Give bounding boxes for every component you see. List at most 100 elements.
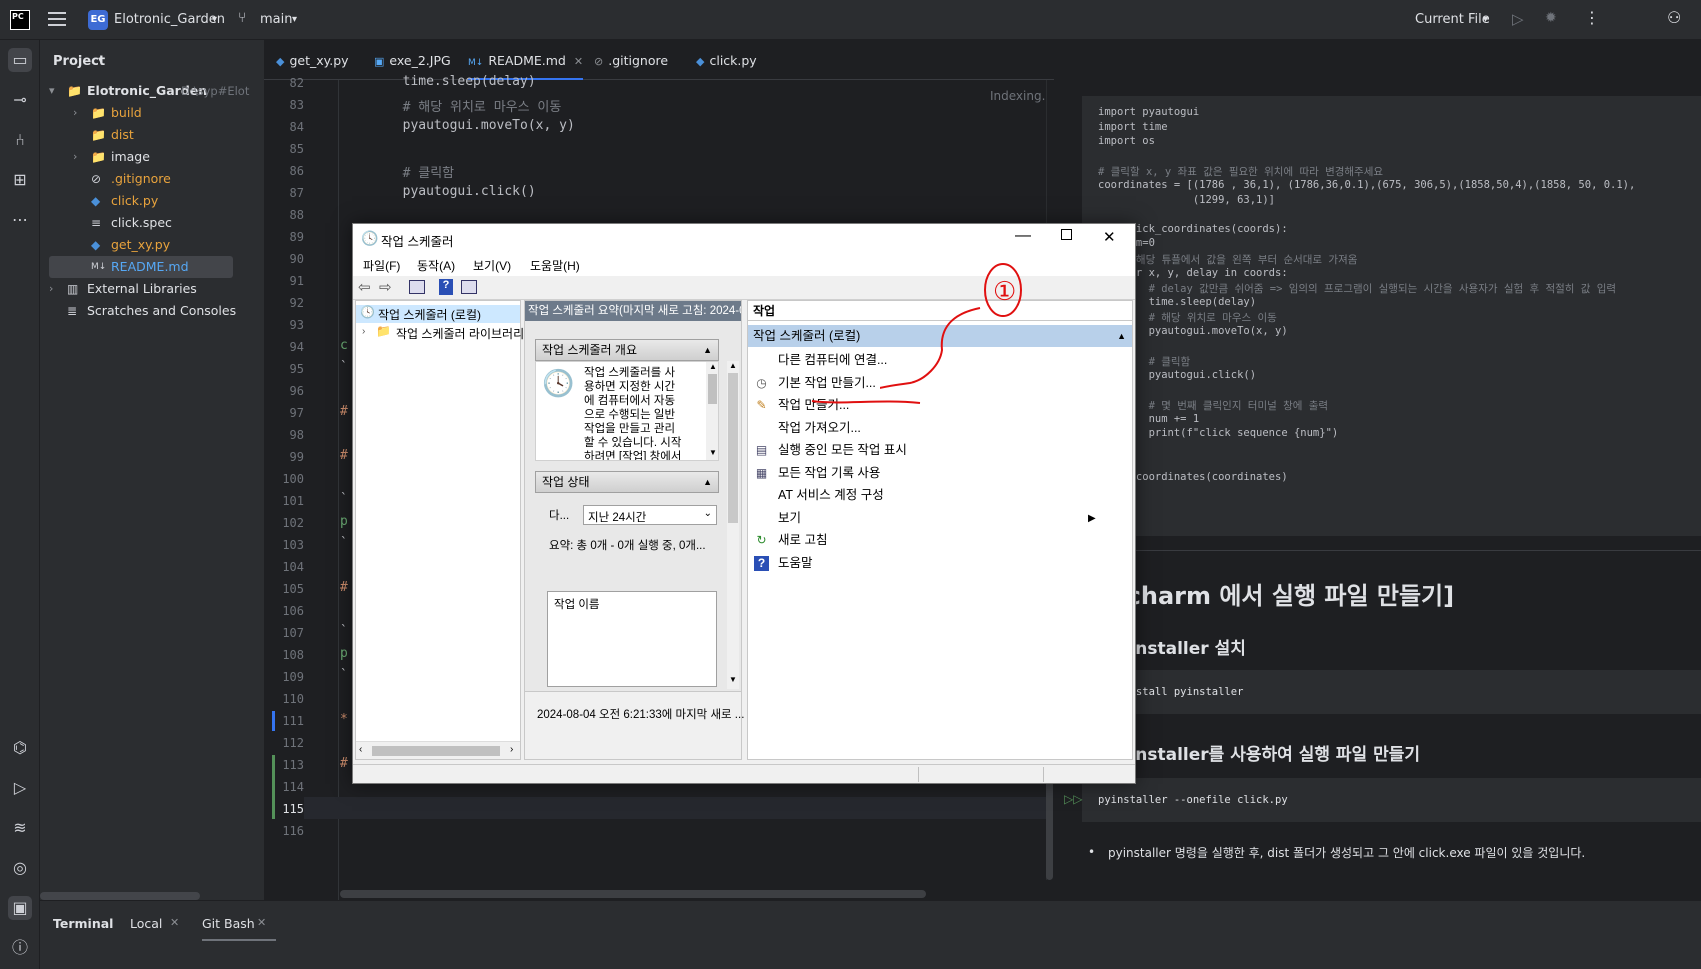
structure-icon[interactable]: ⊞ bbox=[8, 168, 32, 192]
horizontal-scrollbar[interactable] bbox=[40, 892, 200, 900]
tab-click-py[interactable]: ◆ click.py bbox=[696, 40, 757, 80]
collapse-icon[interactable]: ▲ bbox=[1117, 325, 1126, 347]
pull-requests-icon[interactable]: ⑃ bbox=[8, 128, 32, 152]
tree-item[interactable]: › 📁 build bbox=[49, 102, 233, 124]
menu-file[interactable]: 파일(F) bbox=[363, 257, 400, 274]
action-8[interactable]: ↻ 새로 고침 bbox=[748, 529, 1098, 552]
code-line[interactable]: # bbox=[340, 404, 348, 419]
scroll-down-icon[interactable]: ▼ bbox=[709, 448, 717, 457]
tree-item[interactable]: › ▥ External Libraries bbox=[49, 278, 233, 300]
code-line[interactable]: # bbox=[340, 756, 348, 771]
chevron-down-icon[interactable]: ▾ bbox=[98, 55, 103, 66]
code-line[interactable]: pyautogui.moveTo(x, y) bbox=[340, 118, 575, 133]
back-icon[interactable]: ⇦ bbox=[358, 278, 371, 296]
add-user-icon[interactable]: ⚇ bbox=[1667, 8, 1681, 27]
tab--gitignore[interactable]: ⊘ .gitignore bbox=[594, 40, 668, 80]
action-9[interactable]: ? 도움말 bbox=[748, 552, 1098, 575]
scroll-thumb[interactable] bbox=[728, 373, 738, 523]
project-name[interactable]: Elotronic_Garden bbox=[114, 12, 225, 27]
python-console-icon[interactable]: ⌬ bbox=[8, 736, 32, 760]
menu-help[interactable]: 도움말(H) bbox=[530, 257, 580, 274]
scroll-up-icon[interactable]: ▲ bbox=[729, 361, 737, 370]
menu-action[interactable]: 동작(A) bbox=[417, 257, 455, 274]
code-line[interactable]: # 해당 위치로 마우스 이동 bbox=[340, 96, 562, 115]
action-7[interactable]: 보기 ▶ bbox=[748, 507, 1098, 530]
tab-git-bash[interactable]: Git Bash bbox=[202, 916, 255, 931]
action-3[interactable]: 작업 가져오기... bbox=[748, 417, 1098, 440]
code-line[interactable]: # bbox=[340, 448, 348, 463]
tree-horizontal-scrollbar[interactable]: ‹ › bbox=[356, 741, 520, 759]
scroll-thumb[interactable] bbox=[372, 746, 500, 756]
overview-scrollbar[interactable]: ▲ ▼ bbox=[706, 362, 718, 460]
project-folder-icon[interactable]: ▭ bbox=[8, 48, 32, 72]
code-line[interactable]: ` bbox=[340, 668, 348, 683]
show-hide-tree-icon[interactable] bbox=[409, 280, 425, 294]
chevron-down-icon[interactable]: ▾ bbox=[292, 14, 297, 25]
status-period-select[interactable]: 지난 24시간 ⌄ bbox=[583, 505, 717, 525]
commit-icon[interactable]: ⊸ bbox=[8, 88, 32, 112]
services-icon[interactable]: ◎ bbox=[8, 856, 32, 880]
code-line[interactable]: # bbox=[340, 580, 348, 595]
close-icon[interactable]: ✕ bbox=[257, 916, 266, 929]
tree-item[interactable]: › 📁 image bbox=[49, 146, 233, 168]
action-5[interactable]: ▦ 모든 작업 기록 사용 bbox=[748, 462, 1098, 485]
chevron-icon[interactable]: ▾ bbox=[49, 80, 55, 102]
branch-name[interactable]: main bbox=[260, 12, 292, 27]
code-line[interactable]: time.sleep(delay) bbox=[340, 74, 536, 89]
collapse-icon[interactable]: ▲ bbox=[703, 472, 712, 492]
minimize-icon[interactable]: — bbox=[1015, 227, 1031, 245]
code-line[interactable]: p bbox=[340, 646, 348, 661]
hamburger-menu-icon[interactable] bbox=[48, 12, 66, 26]
help-icon[interactable]: ? bbox=[439, 279, 453, 295]
summary-scrollbar[interactable]: ▲ ▼ bbox=[727, 361, 739, 689]
tree-item[interactable]: 📁 dist bbox=[49, 124, 233, 146]
expand-icon[interactable]: › bbox=[362, 326, 365, 337]
forward-icon[interactable]: ⇨ bbox=[379, 278, 392, 296]
overview-section-header[interactable]: 작업 스케줄러 개요 ▲ bbox=[535, 339, 719, 361]
layers-icon[interactable]: ≋ bbox=[8, 816, 32, 840]
close-icon[interactable]: ✕ bbox=[170, 916, 179, 929]
code-line[interactable]: ` bbox=[340, 624, 348, 639]
menu-view[interactable]: 보기(V) bbox=[473, 257, 511, 274]
action-4[interactable]: ▤ 실행 중인 모든 작업 표시 bbox=[748, 439, 1098, 462]
maximize-icon[interactable] bbox=[1061, 229, 1072, 240]
tree-item-local[interactable]: 🕓 작업 스케줄러 (로컬) bbox=[356, 305, 520, 323]
code-line[interactable]: ` bbox=[340, 360, 348, 375]
tree-item[interactable]: ◆ click.py bbox=[49, 190, 233, 212]
run-config-select[interactable]: Current File bbox=[1415, 12, 1490, 27]
code-line[interactable]: p bbox=[340, 514, 348, 529]
chevron-icon[interactable]: › bbox=[49, 278, 53, 300]
editor-horizontal-scrollbar[interactable] bbox=[340, 890, 926, 898]
terminal-icon[interactable]: ▣ bbox=[8, 896, 32, 920]
code-line[interactable]: ` bbox=[340, 536, 348, 551]
code-line[interactable]: ` bbox=[340, 492, 348, 507]
scroll-left-icon[interactable]: ‹ bbox=[359, 744, 362, 755]
show-hide-action-pane-icon[interactable] bbox=[461, 280, 477, 294]
project-badge[interactable]: EG bbox=[88, 10, 108, 30]
scroll-down-icon[interactable]: ▼ bbox=[729, 675, 737, 684]
collapse-icon[interactable]: ▲ bbox=[703, 340, 712, 360]
tree-item[interactable]: ▾ 📁 Elotronic_Garden D:\syp#Elot bbox=[49, 80, 249, 102]
more-actions-icon[interactable]: ⋮ bbox=[1584, 8, 1600, 27]
scroll-thumb[interactable] bbox=[708, 374, 717, 404]
status-section-header[interactable]: 작업 상태 ▲ bbox=[535, 471, 719, 493]
tab-local[interactable]: Local bbox=[130, 916, 162, 931]
close-icon[interactable]: ✕ bbox=[1103, 228, 1116, 246]
chevron-down-icon[interactable]: ▾ bbox=[1483, 14, 1488, 25]
run-icon[interactable]: ▷ bbox=[1512, 10, 1524, 28]
tree-item[interactable]: ≡ click.spec bbox=[49, 212, 233, 234]
tree-item[interactable]: ≣ Scratches and Consoles bbox=[49, 300, 236, 322]
problems-icon[interactable]: ⓘ bbox=[8, 936, 32, 960]
run-gutter-icon[interactable]: ▷▷ bbox=[1064, 792, 1082, 806]
tree-item[interactable]: ⊘ .gitignore bbox=[49, 168, 233, 190]
code-line[interactable]: # 클릭함 bbox=[340, 162, 455, 181]
task-name-column[interactable]: 작업 이름 bbox=[554, 596, 600, 612]
chevron-down-icon[interactable]: ▾ bbox=[212, 14, 217, 25]
chevron-icon[interactable]: › bbox=[73, 146, 77, 168]
code-line[interactable]: pyautogui.click() bbox=[340, 184, 536, 199]
more-tools-icon[interactable]: ⋯ bbox=[8, 208, 32, 232]
debug-icon[interactable]: ✹ bbox=[1545, 10, 1557, 26]
task-list[interactable]: 작업 이름 bbox=[547, 591, 717, 687]
run-tool-icon[interactable]: ▷ bbox=[8, 776, 32, 800]
scroll-right-icon[interactable]: › bbox=[510, 744, 513, 755]
